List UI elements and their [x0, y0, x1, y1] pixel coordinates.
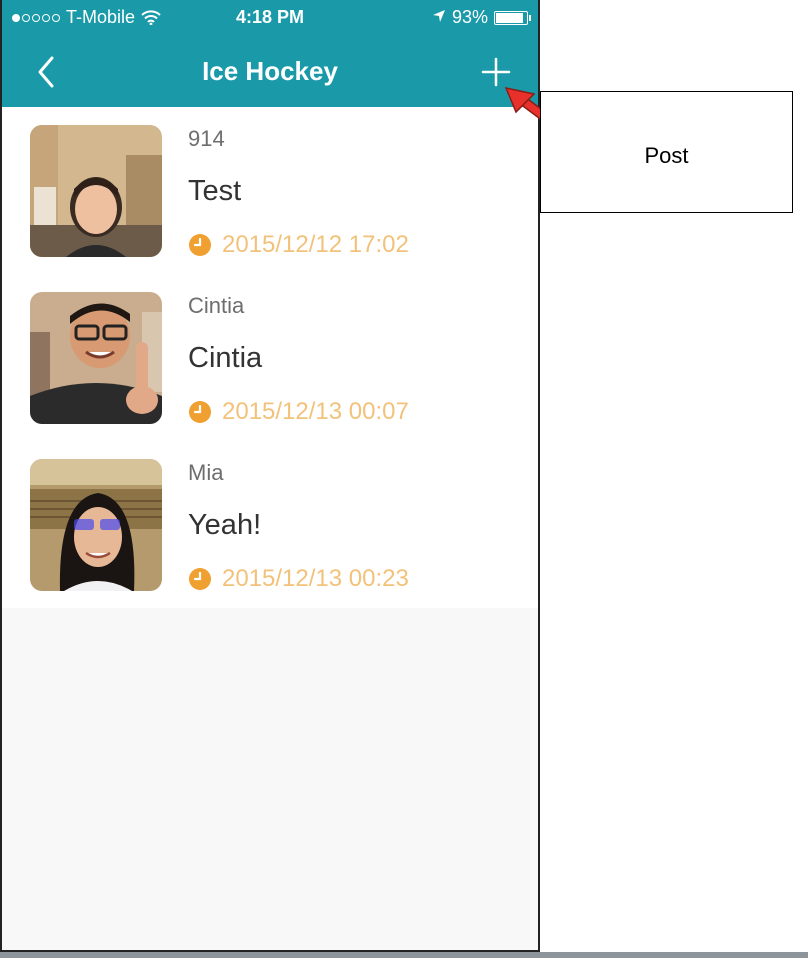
avatar — [30, 125, 162, 257]
header-bar: T-Mobile 4:18 PM 93% Ice Hockey — [2, 0, 538, 107]
location-arrow-icon — [432, 7, 446, 28]
post-meta: 2015/12/12 17:02 — [188, 231, 409, 259]
post-message: Cintia — [188, 342, 263, 374]
annotation-label: Post — [644, 143, 689, 168]
post-message: Yeah! — [188, 509, 262, 541]
battery-fill — [496, 12, 523, 23]
avatar — [30, 292, 162, 424]
back-button[interactable] — [30, 54, 62, 90]
phone-screen: T-Mobile 4:18 PM 93% Ice Hockey 914 Test… — [0, 0, 540, 952]
annotation-box: Post — [540, 91, 793, 213]
post-timestamp: 2015/12/12 17:02 — [222, 231, 409, 258]
post-meta: 2015/12/13 00:07 — [188, 398, 409, 426]
page-title: Ice Hockey — [202, 56, 338, 86]
post-message: Test — [188, 175, 242, 207]
clock-icon — [189, 401, 211, 423]
post-timestamp: 2015/12/13 00:23 — [222, 565, 409, 592]
post-item[interactable]: Cintia Cintia 2015/12/13 00:07 — [2, 274, 538, 441]
status-right: 93% — [432, 7, 531, 28]
chevron-left-icon — [38, 56, 54, 88]
post-meta: 2015/12/13 00:23 — [188, 565, 409, 593]
battery-icon — [494, 10, 531, 25]
status-bar: T-Mobile 4:18 PM 93% — [2, 0, 538, 36]
post-item[interactable]: Mia Yeah! 2015/12/13 00:23 — [2, 441, 538, 608]
post-item[interactable]: 914 Test 2015/12/12 17:02 — [2, 107, 538, 274]
post-author: 914 — [188, 126, 225, 151]
post-list: 914 Test 2015/12/12 17:02 Cintia Cintia … — [2, 107, 538, 608]
post-author: Cintia — [188, 293, 245, 318]
nav-bar: Ice Hockey — [2, 36, 538, 107]
post-author: Mia — [188, 460, 224, 485]
bottom-strip — [0, 952, 808, 958]
post-timestamp: 2015/12/13 00:07 — [222, 398, 409, 425]
avatar — [30, 459, 162, 591]
battery-percent: 93% — [451, 7, 488, 27]
clock-icon — [189, 568, 211, 590]
clock-icon — [189, 234, 211, 256]
